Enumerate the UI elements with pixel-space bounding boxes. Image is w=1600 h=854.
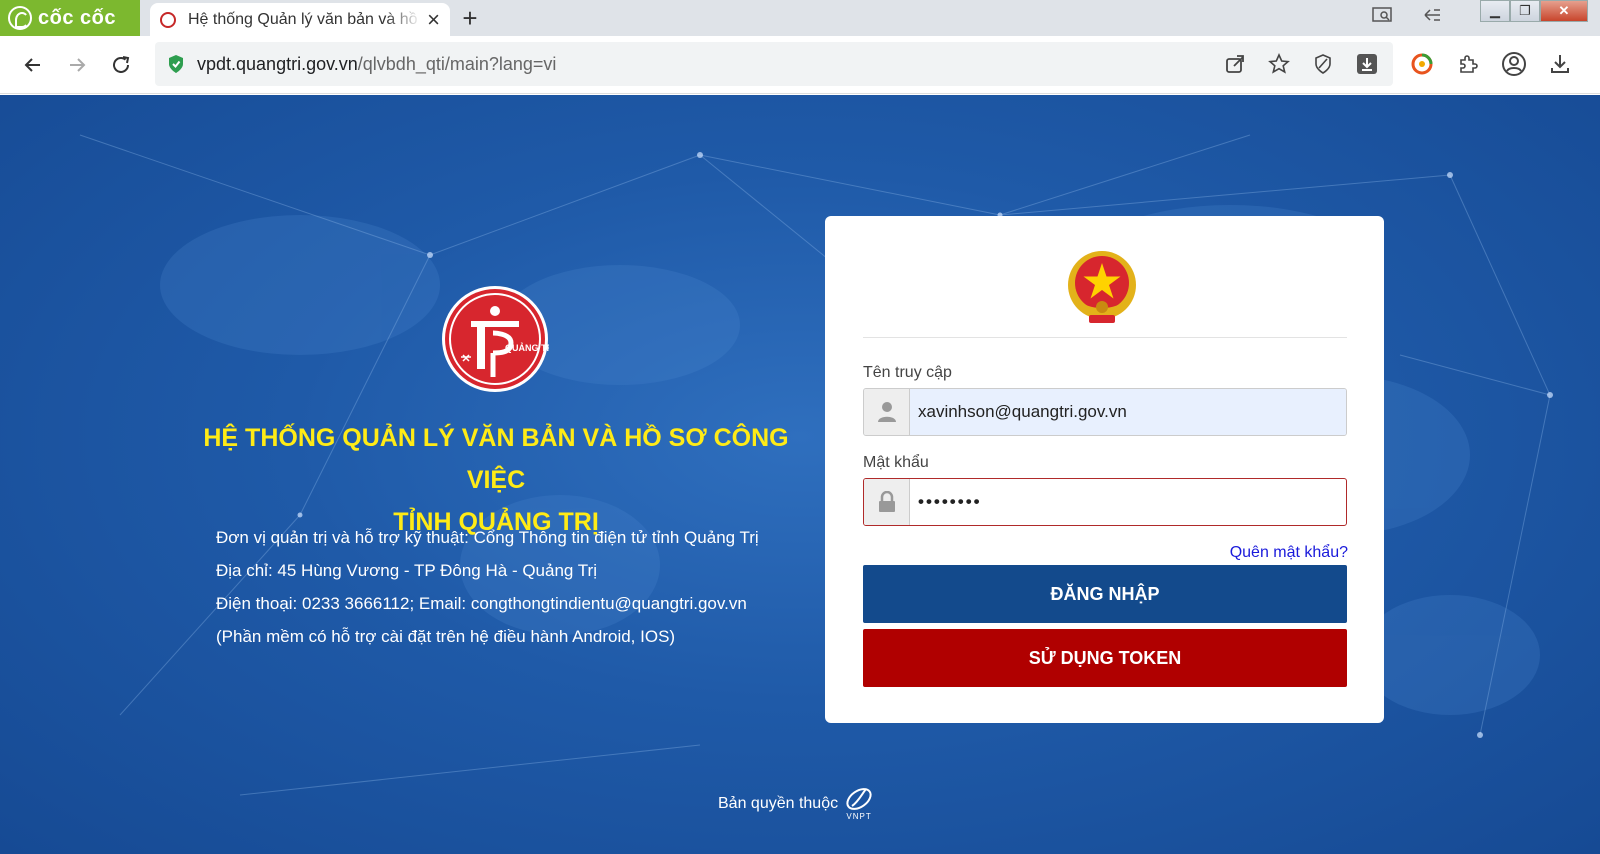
reload-icon — [113, 56, 130, 73]
password-label: Mật khẩu — [863, 454, 929, 471]
browser-toolbar: vpdt.quangtri.gov.vn/qlvbdh_qti/main?lan… — [0, 36, 1600, 94]
password-input[interactable]: •••••••• — [910, 479, 1346, 525]
browser-tab-bar: cốc cốc Hệ thống Quản lý văn bản và hồ s… — [0, 0, 1600, 36]
download-page-icon[interactable] — [1353, 50, 1381, 78]
extension-icons — [1408, 50, 1574, 78]
vnpt-logo-icon: VNPT — [844, 786, 874, 821]
login-card: Tên truy cập xavinhson@quangtri.gov.vn M… — [825, 216, 1384, 723]
browser-tab[interactable]: Hệ thống Quản lý văn bản và hồ sơ công v… — [150, 3, 450, 36]
username-input[interactable]: xavinhson@quangtri.gov.vn — [910, 389, 1346, 435]
site-favicon-icon — [160, 11, 176, 28]
forward-button[interactable] — [62, 50, 92, 80]
use-token-button[interactable]: SỬ DỤNG TOKEN — [863, 629, 1347, 687]
contact-info: Đơn vị quản trị và hỗ trợ kỹ thuật: Cổng… — [216, 521, 759, 653]
extensions-puzzle-icon[interactable] — [1454, 50, 1482, 78]
coccoc-extension-icon[interactable] — [1408, 50, 1436, 78]
maximize-button[interactable]: ❐ — [1510, 0, 1540, 22]
info-address: Địa chỉ: 45 Hùng Vương - TP Đông Hà - Qu… — [216, 561, 597, 580]
url-host: vpdt.quangtri.gov.vn — [197, 53, 358, 74]
footer: Bản quyền thuộc VNPT — [718, 786, 874, 821]
profile-icon[interactable] — [1500, 50, 1528, 78]
downloads-icon[interactable] — [1546, 50, 1574, 78]
quangtri-logo-icon: QUẢNG TRỊ — [442, 286, 549, 392]
tab-title: Hệ thống Quản lý văn bản và hồ sơ công v… — [188, 10, 421, 28]
username-label: Tên truy cập — [863, 364, 952, 381]
vnpt-label: VNPT — [846, 812, 872, 821]
reload-button[interactable] — [106, 50, 136, 80]
url-path: /qlvbdh_qti/main?lang=vi — [357, 53, 557, 74]
info-admin-unit: Đơn vị quản trị và hỗ trợ kỹ thuật: Cổng… — [216, 528, 759, 547]
secure-lock-icon — [167, 54, 185, 79]
lock-icon — [864, 479, 910, 525]
new-tab-button[interactable]: + — [456, 4, 484, 32]
copyright-text: Bản quyền thuộc — [718, 794, 839, 812]
system-title-line1: HỆ THỐNG QUẢN LÝ VĂN BẢN VÀ HỒ SƠ CÔNG V… — [203, 424, 789, 494]
password-field[interactable]: •••••••• — [863, 478, 1347, 526]
sidebar-toggle-icon[interactable] — [1422, 6, 1444, 29]
coccoc-logo-icon — [8, 6, 32, 30]
forgot-password-link[interactable]: Quên mật khẩu? — [1230, 544, 1348, 562]
logo-text: QUẢNG TRỊ — [505, 342, 549, 353]
omnibox-actions — [1221, 50, 1381, 78]
user-icon — [864, 389, 910, 435]
info-platform-support: (Phần mềm có hỗ trợ cài đặt trên hệ điều… — [216, 627, 676, 646]
minimize-button[interactable]: ▁ — [1480, 0, 1510, 22]
back-arrow-icon — [24, 58, 40, 72]
back-button[interactable] — [18, 50, 48, 80]
login-page: QUẢNG TRỊ HỆ THỐNG QUẢN LÝ VĂN BẢN VÀ HỒ… — [0, 95, 1600, 854]
national-emblem-icon — [1068, 251, 1136, 323]
username-field[interactable]: xavinhson@quangtri.gov.vn — [863, 388, 1347, 436]
window-controls: ▁ ❐ ✕ — [1480, 0, 1588, 22]
login-button[interactable]: ĐĂNG NHẬP — [863, 565, 1347, 623]
forward-arrow-icon — [70, 58, 86, 72]
tab-close-icon[interactable]: × — [427, 8, 440, 31]
address-bar[interactable]: vpdt.quangtri.gov.vn/qlvbdh_qti/main?lan… — [155, 42, 1393, 86]
shield-icon[interactable] — [1309, 50, 1337, 78]
tab-search-icon[interactable] — [1372, 6, 1394, 29]
browser-brand-label: cốc cốc — [38, 6, 116, 29]
card-divider — [863, 337, 1347, 338]
info-phone-email: Điện thoại: 0233 3666112; Email: congtho… — [216, 594, 747, 613]
close-window-button[interactable]: ✕ — [1540, 0, 1588, 22]
browser-brand[interactable]: cốc cốc — [0, 0, 140, 36]
share-icon[interactable] — [1221, 50, 1249, 78]
bookmark-star-icon[interactable] — [1265, 50, 1293, 78]
